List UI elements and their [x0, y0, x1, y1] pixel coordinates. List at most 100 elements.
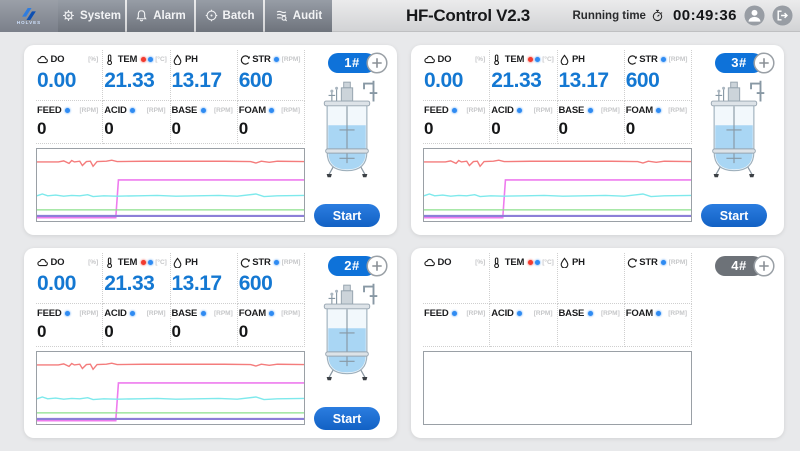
- rotate-cw-icon: [239, 257, 250, 268]
- sensor-value: 0.00: [37, 69, 98, 98]
- sensor-value: [424, 272, 485, 301]
- sensor-unit: [RPM]: [669, 56, 688, 63]
- foam-cell: FOAM [RPM] 0: [625, 101, 692, 144]
- ph-cell: PH 13.17: [171, 50, 238, 101]
- sensor-name: TEM: [118, 54, 137, 65]
- trend-chart: [423, 148, 692, 222]
- rotate-cw-icon: [239, 54, 250, 65]
- actuator-value: 0: [239, 322, 300, 344]
- gear-icon: [62, 9, 75, 22]
- acid-cell: ACID [RPM] 0: [490, 101, 557, 144]
- sensor-unit: [°C]: [542, 56, 554, 63]
- rotate-cw-icon: [626, 54, 637, 65]
- sensor-stats: DO [%] 0.00 TEM: [423, 50, 692, 144]
- sensor-name: DO: [51, 54, 65, 65]
- do-cell: DO [%]: [423, 253, 490, 304]
- status-indicators: [517, 108, 522, 113]
- feed-cell: FEED [RPM]: [423, 304, 490, 347]
- start-button[interactable]: Start: [314, 407, 380, 430]
- sensor-unit: [RPM]: [669, 259, 688, 266]
- start-button[interactable]: Start: [314, 204, 380, 227]
- start-button[interactable]: Start: [701, 204, 767, 227]
- sensor-name: DO: [51, 257, 65, 268]
- sensor-unit: [%]: [88, 56, 98, 63]
- feed-cell: FEED [RPM] 0: [423, 101, 490, 144]
- acid-cell: ACID [RPM]: [490, 304, 557, 347]
- sensor-value: 600: [239, 272, 300, 301]
- user-button[interactable]: [744, 5, 765, 26]
- actuator-name: FEED: [424, 308, 449, 319]
- sensor-name: TEM: [118, 257, 137, 268]
- actuator-name: FEED: [424, 105, 449, 116]
- reactor-panel: DO [%] TEM: [411, 248, 784, 438]
- sensor-name: STR: [639, 257, 657, 268]
- brand-text: HOLVES: [17, 20, 41, 25]
- add-icon[interactable]: [753, 52, 775, 74]
- nav-system-button[interactable]: System: [58, 0, 125, 32]
- sensor-name: STR: [252, 257, 270, 268]
- status-indicators: [517, 311, 522, 316]
- sensor-unit: [°C]: [155, 259, 167, 266]
- add-icon[interactable]: [366, 255, 388, 277]
- actuator-value: 0: [104, 119, 165, 141]
- sensor-value: 0.00: [37, 272, 98, 301]
- bioreactor-vessel: [699, 76, 769, 187]
- panel-readings: DO [%] TEM: [423, 253, 692, 430]
- status-indicators: [528, 57, 540, 62]
- droplet-icon: [559, 257, 570, 268]
- actuator-unit: [RPM]: [534, 107, 553, 114]
- add-icon[interactable]: [366, 52, 388, 74]
- app-title: HF-Control V2.3: [406, 6, 530, 26]
- acid-cell: ACID [RPM] 0: [103, 304, 170, 347]
- panel-readings: DO [%] 0.00 TEM: [423, 50, 692, 227]
- actuator-name: FOAM: [626, 105, 653, 116]
- sensor-name: TEM: [505, 54, 524, 65]
- cloud-icon: [37, 257, 48, 268]
- actuator-unit: [RPM]: [466, 107, 485, 114]
- foam-cell: FOAM [RPM] 0: [238, 101, 305, 144]
- nav-alarm-button[interactable]: Alarm: [127, 0, 194, 32]
- status-indicators: [452, 108, 457, 113]
- feed-cell: FEED [RPM] 0: [36, 304, 103, 347]
- actuator-value: [491, 322, 552, 344]
- actuator-value: [559, 322, 620, 344]
- actuator-name: ACID: [491, 105, 513, 116]
- nav-batch-button[interactable]: Batch: [196, 0, 263, 32]
- panel-side: 4#: [692, 253, 776, 430]
- actuator-value: [424, 322, 485, 344]
- sensor-unit: [%]: [88, 259, 98, 266]
- target-icon: [205, 9, 218, 22]
- sensor-name: PH: [572, 54, 585, 65]
- thermometer-icon: [491, 54, 502, 65]
- actuator-value: 0: [172, 119, 233, 141]
- reactor-panel: DO [%] 0.00 TEM: [24, 45, 397, 235]
- add-icon[interactable]: [753, 255, 775, 277]
- running-time-value: 00:49:36: [673, 7, 737, 24]
- status-indicators: [656, 311, 661, 316]
- ph-cell: PH 13.17: [558, 50, 625, 101]
- status-indicators: [588, 311, 593, 316]
- nav-audit-button[interactable]: Audit: [265, 0, 332, 32]
- nav-label: Alarm: [153, 10, 186, 22]
- reactor-panel: DO [%] 0.00 TEM: [411, 45, 784, 235]
- sensor-value: 600: [626, 69, 687, 98]
- str-cell: STR [RPM]: [625, 253, 692, 304]
- sensor-unit: [RPM]: [282, 259, 301, 266]
- sensor-name: PH: [572, 257, 585, 268]
- actuator-name: BASE: [559, 308, 585, 319]
- sensor-stats: DO [%] TEM: [423, 253, 692, 347]
- status-indicators: [130, 311, 135, 316]
- sensor-name: TEM: [505, 257, 524, 268]
- actuator-value: 0: [491, 119, 552, 141]
- actuator-name: ACID: [104, 308, 126, 319]
- actuator-value: 0: [37, 322, 98, 344]
- status-indicators: [269, 108, 274, 113]
- logout-button[interactable]: [772, 5, 793, 26]
- thermometer-icon: [491, 257, 502, 268]
- stopwatch-icon: [651, 9, 664, 22]
- sensor-value: [491, 272, 552, 301]
- actuator-value: 0: [424, 119, 485, 141]
- panel-side: 3#: [692, 50, 776, 227]
- actuator-name: FOAM: [626, 308, 653, 319]
- sensor-value: [626, 272, 687, 301]
